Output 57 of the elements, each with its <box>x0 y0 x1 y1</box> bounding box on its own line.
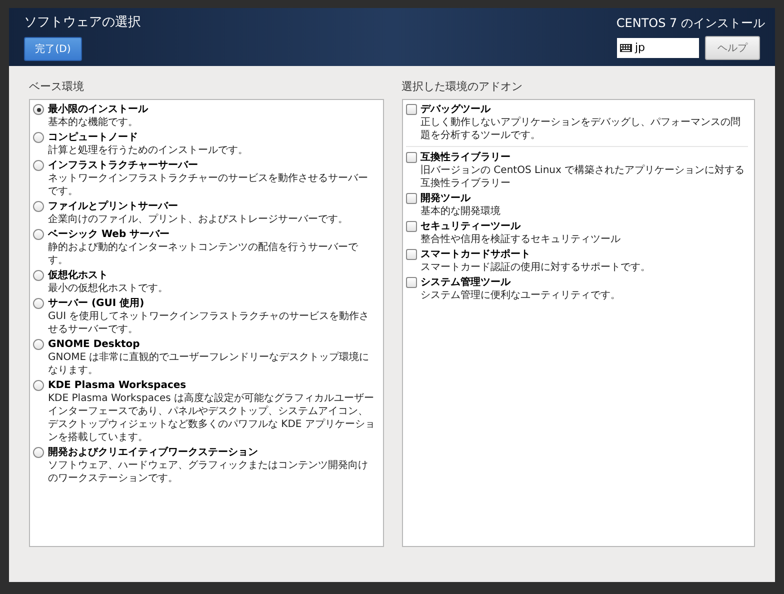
checkbox[interactable] <box>406 193 416 204</box>
page-title: ソフトウェアの選択 <box>24 15 141 31</box>
option-title[interactable]: 仮想化ホスト <box>48 269 168 282</box>
option-description: GUI を使用してネットワークインフラストラクチャのサービスを動作させるサーバーです。 <box>48 310 370 336</box>
radio-button[interactable] <box>33 132 44 143</box>
radio-button[interactable] <box>33 104 44 115</box>
option-description: 旧バージョンの CentOS Linux で構築されたアプリケーションに対する互換性ライブラリー <box>420 164 746 190</box>
option-title[interactable]: コンピュートノード <box>48 131 248 144</box>
option-title[interactable]: 最小限のインストール <box>48 103 148 116</box>
radio-button[interactable] <box>33 298 44 309</box>
checkbox[interactable] <box>406 277 416 288</box>
option-title[interactable]: 開発ツール <box>420 192 500 205</box>
option-title[interactable]: ファイルとプリントサーバー <box>48 200 348 213</box>
option-title[interactable]: ベーシック Web サーバー <box>48 228 376 241</box>
radio-button[interactable] <box>33 380 44 391</box>
option-description: スマートカード認証の使用に対するサポートです。 <box>420 261 650 274</box>
option-description: 計算と処理を行うためのインストールです。 <box>48 144 248 157</box>
radio-button[interactable] <box>33 270 44 281</box>
option-description: システム管理に便利なユーティリティです。 <box>420 289 620 302</box>
option-description: 正しく動作しないアプリケーションをデバッグし、パフォーマンスの問題を分析するツールです。 <box>420 116 742 142</box>
keyboard-layout-field[interactable]: jp <box>617 38 699 58</box>
option-description: GNOME は非常に直観的でユーザーフレンドリーなデスクトップ環境になります。 <box>48 351 370 377</box>
option-title[interactable]: 開発およびクリエイティブワークステーション <box>48 446 376 459</box>
option-description: 最小の仮想化ホストです。 <box>48 282 168 295</box>
option-description: 企業向けのファイル、プリント、およびストレージサーバーです。 <box>48 213 348 226</box>
option-title[interactable]: GNOME Desktop <box>48 338 376 351</box>
option-title[interactable]: 互換性ライブラリー <box>420 151 748 164</box>
keyboard-layout-value: jp <box>635 40 646 56</box>
option-title[interactable]: セキュリティーツール <box>420 220 620 233</box>
help-button[interactable]: ヘルプ <box>705 36 760 60</box>
option-description: KDE Plasma Workspaces は高度な設定が可能なグラフィカルユーザーインターフェースであり、パネルやデスクトップ、システムアイコン、デスクトップウィジェットなど数多くのパワフルな KDE アプリケーションを搭載しています。 <box>48 392 376 444</box>
checkbox[interactable] <box>406 221 416 232</box>
option-description: ソフトウェア、ハードウェア、グラフィックまたはコンテンツ開発向けのワークステーションです。 <box>48 459 369 485</box>
option-title[interactable]: KDE Plasma Workspaces <box>48 379 376 392</box>
checkbox[interactable] <box>406 152 416 163</box>
option-title[interactable]: スマートカードサポート <box>420 248 650 261</box>
checkbox[interactable] <box>406 249 416 260</box>
option-title[interactable]: インフラストラクチャーサーバー <box>48 159 376 172</box>
section-heading: ベース環境 <box>29 80 85 94</box>
option-description: 基本的な開発環境 <box>420 205 500 218</box>
keyboard-icon <box>620 44 632 52</box>
option-title[interactable]: システム管理ツール <box>420 276 620 289</box>
radio-button[interactable] <box>33 339 44 350</box>
option-title[interactable]: デバッグツール <box>420 103 748 116</box>
done-button[interactable]: 完了(D) <box>24 37 82 61</box>
option-description: 静的および動的なインターネットコンテンツの配信を行うサーバーです。 <box>48 241 359 267</box>
radio-button[interactable] <box>33 160 44 171</box>
radio-button[interactable] <box>33 229 44 240</box>
option-description: 基本的な機能です。 <box>48 116 139 129</box>
checkbox[interactable] <box>406 104 416 115</box>
option-title[interactable]: サーバー (GUI 使用) <box>48 297 376 310</box>
option-description: 整合性や信用を検証するセキュリティツール <box>420 233 620 246</box>
product-title: CENTOS 7 のインストール <box>616 15 765 31</box>
option-description: ネットワークインフラストラクチャーのサービスを動作させるサーバーです。 <box>48 172 369 198</box>
radio-button[interactable] <box>33 447 44 458</box>
section-heading: 選択した環境のアドオン <box>402 80 524 94</box>
radio-button[interactable] <box>33 201 44 212</box>
